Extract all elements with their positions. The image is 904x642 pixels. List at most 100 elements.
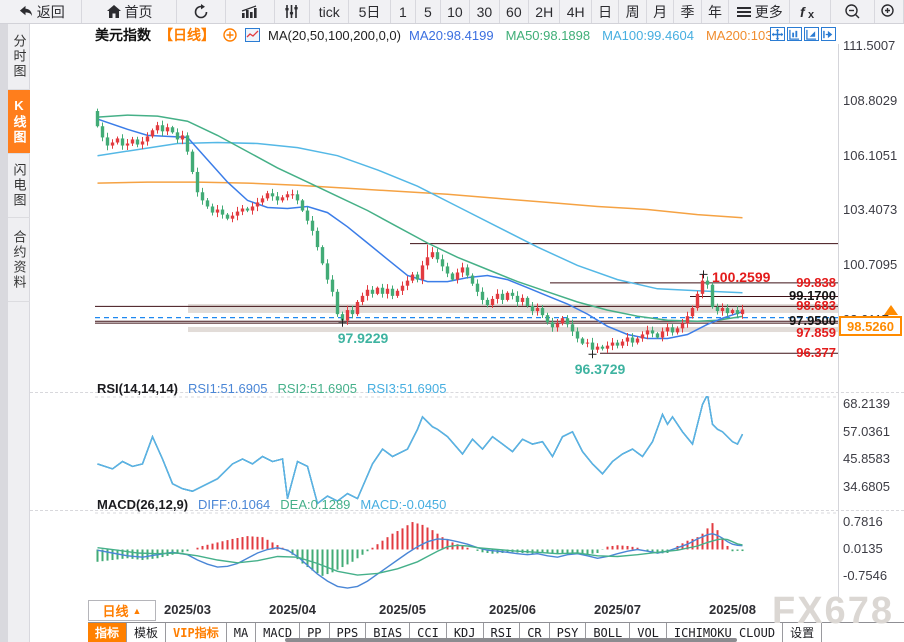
fit-screen-icon[interactable] bbox=[804, 27, 819, 41]
candle-body bbox=[550, 322, 555, 328]
date-tick: 2025/04 bbox=[269, 602, 316, 617]
candle-body bbox=[520, 297, 525, 302]
candle-body bbox=[380, 287, 385, 294]
level-label: 97.859 bbox=[796, 325, 836, 341]
candle-body bbox=[730, 310, 735, 314]
candle-body bbox=[680, 323, 685, 329]
bottom-spacer bbox=[30, 600, 88, 642]
toolbar-item-sliders[interactable] bbox=[275, 0, 311, 23]
toolbar-item-label: 返回 bbox=[36, 3, 65, 20]
candle-body bbox=[395, 290, 400, 296]
indicator-tab-vip-indicators[interactable]: VIP指标 bbox=[166, 623, 227, 642]
candle-body bbox=[435, 252, 440, 260]
fit-width-icon[interactable] bbox=[787, 27, 802, 41]
candle-body bbox=[485, 299, 490, 306]
toolbar-item-chart-type[interactable] bbox=[226, 0, 275, 23]
candle-body bbox=[310, 220, 315, 231]
annotation-low: 96.3729 bbox=[575, 361, 626, 377]
candle-body bbox=[600, 346, 605, 349]
macd-plot[interactable] bbox=[95, 512, 838, 602]
axis-label: 34.6805 bbox=[843, 479, 890, 494]
toolbar-item-label: 1 bbox=[398, 3, 407, 20]
charting-app: 返回 首页 tick 5日 1 5 10 30 60 2H 4H 日周月季年 更多 f x 美元指数 【日线… bbox=[0, 0, 904, 642]
toolbar-item-tick[interactable]: tick bbox=[310, 0, 350, 23]
symbol-name: 美元指数 bbox=[95, 27, 151, 43]
candle-body bbox=[690, 308, 695, 317]
candle-body bbox=[705, 280, 710, 285]
horizontal-scrollbar[interactable] bbox=[285, 638, 737, 642]
add-circle-icon[interactable] bbox=[223, 28, 237, 42]
toolbar-item-more[interactable]: 更多 bbox=[729, 0, 791, 23]
axis-label: 57.0361 bbox=[843, 423, 890, 439]
toolbar-item-day[interactable]: 日 bbox=[592, 0, 620, 23]
toolbar-item-m1[interactable]: 1 bbox=[391, 0, 417, 23]
toolbar-item-label: 更多 bbox=[754, 3, 783, 20]
candle-body bbox=[220, 209, 225, 215]
candle-body bbox=[145, 136, 150, 142]
chart-header: 美元指数 【日线】 MA(20,50,100,200,0,0) MA20:98.… bbox=[95, 25, 772, 45]
toolbar-item-refresh[interactable] bbox=[177, 0, 226, 23]
axis-label: 0.7816 bbox=[843, 514, 883, 529]
toolbar-item-h4[interactable]: 4H bbox=[560, 0, 592, 23]
toolbar-item-label: 首页 bbox=[124, 3, 153, 20]
toolbar-item-m10[interactable]: 10 bbox=[441, 0, 471, 23]
zoomin-icon bbox=[880, 3, 897, 20]
zoomout-icon bbox=[844, 3, 861, 20]
indicator-tab-indicators[interactable]: 指标 bbox=[88, 623, 128, 642]
sidebar-tab-lightning-chart[interactable]: 闪电图 bbox=[8, 154, 30, 218]
macd-value: DEA:0.1289 bbox=[280, 497, 351, 512]
sidebar-tab-kline-chart[interactable]: K线图 bbox=[8, 90, 30, 154]
candle-body bbox=[270, 193, 275, 197]
candle-body bbox=[345, 310, 350, 321]
toolbar-item-fx[interactable]: fx bbox=[790, 0, 832, 23]
candle-body bbox=[545, 315, 550, 323]
price-chart-plot[interactable]: 100.2599 97.9229 96.3729 bbox=[95, 44, 838, 388]
indicator-tab-templates[interactable]: 模板 bbox=[127, 623, 167, 642]
candle-body bbox=[480, 291, 485, 300]
toolbar-item-quarter[interactable]: 季 bbox=[674, 0, 702, 23]
indicator-tab-ma[interactable]: MA bbox=[227, 623, 257, 642]
candle-body bbox=[635, 338, 640, 343]
toolbar-item-month[interactable]: 月 bbox=[647, 0, 675, 23]
toolbar-item-year[interactable]: 年 bbox=[702, 0, 730, 23]
candle-body bbox=[665, 327, 670, 332]
toolbar-item-home[interactable]: 首页 bbox=[82, 0, 177, 23]
date-tick: 2025/05 bbox=[379, 602, 426, 617]
toolbar-item-h2[interactable]: 2H bbox=[529, 0, 561, 23]
ma-formula: MA(20,50,100,200,0,0) bbox=[268, 27, 401, 43]
go-last-icon[interactable] bbox=[821, 27, 836, 41]
candle-body bbox=[190, 151, 195, 172]
pan-icon[interactable] bbox=[770, 27, 785, 41]
toolbar-item-week[interactable]: 周 bbox=[619, 0, 647, 23]
macd-title: MACD(26,12,9) bbox=[97, 497, 189, 512]
candle-body bbox=[275, 196, 280, 201]
candle-body bbox=[475, 283, 480, 292]
rsi-plot[interactable] bbox=[95, 396, 838, 506]
candle-body bbox=[495, 293, 500, 299]
toolbar-item-label: tick bbox=[318, 3, 340, 20]
toolbar-item-back[interactable]: 返回 bbox=[0, 0, 83, 23]
candle-body bbox=[150, 130, 155, 137]
candle-body bbox=[225, 214, 230, 219]
toolbar-item-m5[interactable]: 5 bbox=[416, 0, 441, 23]
candle-body bbox=[535, 308, 540, 312]
period-dropdown[interactable]: 日线 ▲ bbox=[88, 600, 156, 621]
sidebar-tab-time-chart[interactable]: 分时图 bbox=[8, 24, 30, 90]
sidebar-tab-contract-info[interactable]: 合约资料 bbox=[8, 218, 30, 302]
toolbar-item-m30[interactable]: 30 bbox=[470, 0, 500, 23]
toolbar-item-label: 4H bbox=[566, 3, 585, 20]
current-price-badge: 98.5260 bbox=[839, 316, 902, 336]
toolbar-item-zoom-out[interactable] bbox=[831, 0, 875, 23]
toolbar-item-m60[interactable]: 60 bbox=[500, 0, 530, 23]
candle-body bbox=[330, 279, 335, 292]
rsi1-line bbox=[97, 396, 744, 505]
toolbar-item-zoom-in[interactable] bbox=[875, 0, 904, 23]
candle-body bbox=[740, 309, 745, 315]
toolbar-item-5d[interactable]: 5日 bbox=[349, 0, 391, 23]
date-tick: 2025/06 bbox=[489, 602, 536, 617]
sliders-icon bbox=[284, 4, 299, 19]
fx-icon: fx bbox=[799, 4, 821, 20]
candle-body bbox=[120, 138, 125, 146]
rsi-value: RSI3:51.6905 bbox=[366, 381, 447, 396]
mini-chart-icon[interactable] bbox=[245, 28, 260, 42]
